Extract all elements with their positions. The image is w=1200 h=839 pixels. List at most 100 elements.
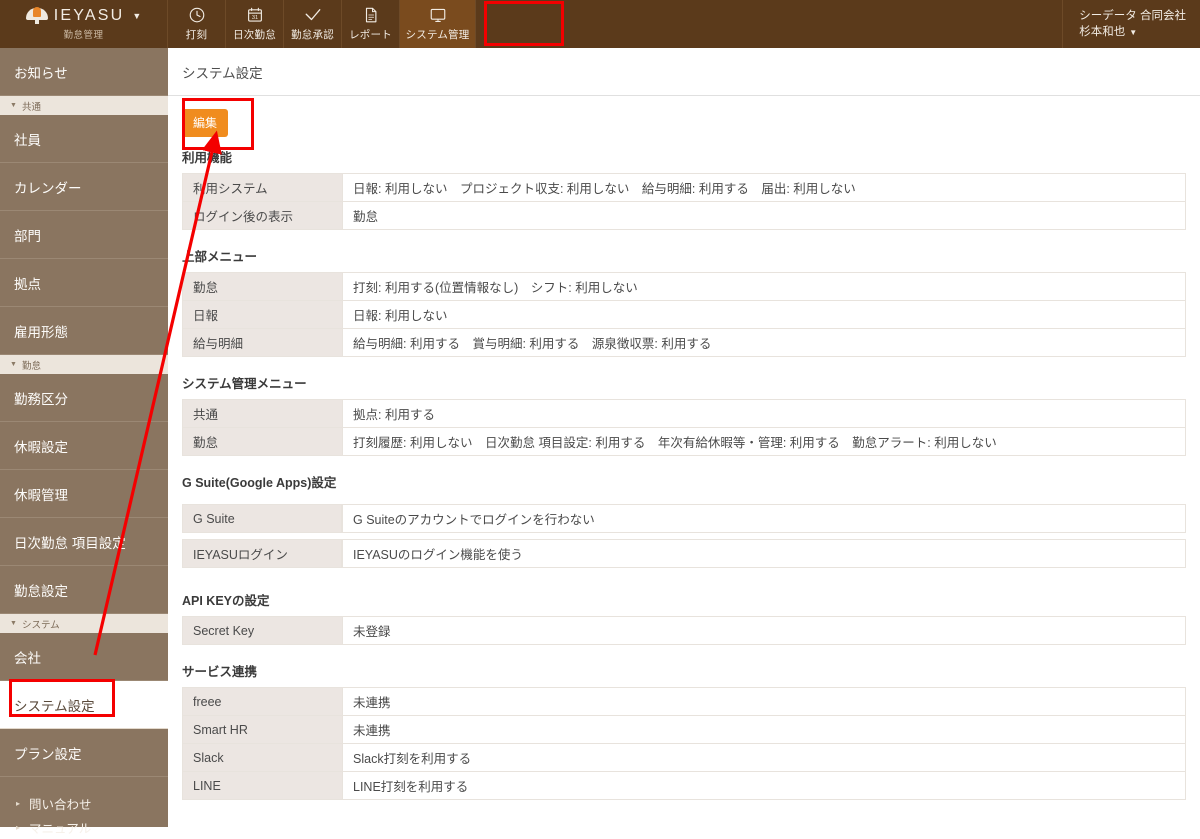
sidebar-link-1[interactable]: ▸ マニュアル — [0, 815, 168, 839]
header-spacer — [476, 0, 1062, 48]
row-value: 日報: 利用しない プロジェクト収支: 利用しない 給与明細: 利用する 届出:… — [343, 174, 1186, 202]
brand-name: IEYASU — [54, 7, 125, 25]
section-table-4: Secret Key未登録 — [182, 616, 1186, 645]
account-user-row: 杉本和也 ▼ — [1079, 24, 1186, 41]
nav-item-dakoku[interactable]: 打刻 — [168, 0, 226, 48]
row-value: LINE打刻を利用する — [343, 772, 1186, 800]
sidebar-item-6[interactable]: 雇用形態 — [0, 307, 168, 355]
sidebar-link-0[interactable]: ▸問い合わせ — [0, 791, 168, 815]
svg-text:31: 31 — [251, 15, 257, 21]
table-row: G SuiteG Suiteのアカウントでログインを行わない — [182, 504, 1186, 533]
account-user-name: 杉本和也 — [1079, 26, 1125, 38]
nav-item-label: システム管理 — [406, 27, 470, 42]
table-row: 利用システム日報: 利用しない プロジェクト収支: 利用しない 給与明細: 利用… — [183, 174, 1186, 202]
nav-item-label: レポート — [349, 27, 392, 42]
sidebar-group-13[interactable]: ▼システム — [0, 614, 168, 633]
sidebar-item-11[interactable]: 日次勤怠 項目設定 — [0, 518, 168, 566]
section-title-0: 利用機能 — [168, 137, 1200, 173]
sidebar-item-label: 日次勤怠 項目設定 — [14, 532, 126, 552]
sidebar-group-label: 共通 — [22, 99, 41, 113]
section-title-3: G Suite(Google Apps)設定 — [168, 456, 1200, 498]
nav-item-daily-attendance[interactable]: 31 日次勤怠 — [226, 0, 284, 48]
nav-item-label: 勤怠承認 — [291, 27, 334, 42]
row-key: IEYASUログイン — [182, 539, 342, 568]
triangle-right-icon: ▸ — [16, 823, 20, 832]
row-key: 共通 — [183, 400, 343, 428]
sidebar-item-5[interactable]: 拠点 — [0, 259, 168, 307]
row-key: 勤怠 — [183, 273, 343, 301]
sidebar-item-15[interactable]: システム設定 — [0, 681, 168, 729]
table-row: SlackSlack打刻を利用する — [183, 744, 1186, 772]
sidebar-group-label: 勤怠 — [22, 358, 41, 372]
nav-item-system-admin[interactable]: システム管理 — [400, 0, 476, 48]
section-title-1: 上部メニュー — [168, 230, 1200, 272]
table-row: ログイン後の表示勤怠 — [183, 202, 1186, 230]
sidebar-group-1[interactable]: ▼ 共通 — [0, 96, 168, 115]
row-key: 利用システム — [183, 174, 343, 202]
nav-item-label: 日次勤怠 — [233, 27, 276, 42]
sidebar-item-16[interactable]: プラン設定 — [0, 729, 168, 777]
row-value: IEYASUのログイン機能を使う — [342, 539, 1186, 568]
sidebar-item-4[interactable]: 部門 — [0, 211, 168, 259]
nav-item-attendance-approval[interactable]: 勤怠承認 — [284, 0, 342, 48]
row-key: ログイン後の表示 — [183, 202, 343, 230]
sidebar-item-label: システム設定 — [14, 695, 95, 715]
check-icon — [304, 6, 322, 24]
document-icon — [362, 6, 380, 24]
edit-toolbar: 編集 — [168, 96, 1200, 137]
sidebar-item-10[interactable]: 休暇管理 — [0, 470, 168, 518]
sidebar-item-label: 休暇設定 — [14, 436, 68, 456]
section-title-2: システム管理メニュー — [168, 357, 1200, 399]
sidebar-item-label: 休暇管理 — [14, 484, 68, 504]
table-row: 給与明細給与明細: 利用する 賞与明細: 利用する 源泉徴収票: 利用する — [183, 329, 1186, 357]
table-row: 勤怠打刻: 利用する(位置情報なし) シフト: 利用しない — [183, 273, 1186, 301]
section-table-2: 共通拠点: 利用する勤怠打刻履歴: 利用しない 日次勤怠 項目設定: 利用する … — [182, 399, 1186, 456]
sidebar-item-label: 雇用形態 — [14, 321, 68, 341]
edit-button[interactable]: 編集 — [182, 109, 228, 137]
row-key: freee — [183, 688, 343, 716]
triangle-down-icon: ▼ — [10, 361, 17, 368]
row-value: 未連携 — [343, 688, 1186, 716]
row-value: Slack打刻を利用する — [343, 744, 1186, 772]
row-value: 拠点: 利用する — [343, 400, 1186, 428]
table-row: Smart HR未連携 — [183, 716, 1186, 744]
row-key: Slack — [183, 744, 343, 772]
account-menu[interactable]: シーデータ 合同会社 杉本和也 ▼ — [1062, 0, 1200, 48]
row-value: 勤怠 — [343, 202, 1186, 230]
sidebar-group-7[interactable]: ▼ 勤怠 — [0, 355, 168, 374]
triangle-down-icon: ▼ — [10, 620, 17, 627]
row-key: LINE — [183, 772, 343, 800]
clock-icon — [188, 6, 206, 24]
calendar-31-icon: 31 — [246, 6, 264, 24]
sidebar-item-12[interactable]: 勤怠設定 — [0, 566, 168, 614]
sidebar-link-label: マニュアル — [29, 818, 91, 837]
section-table-5: freee未連携Smart HR未連携SlackSlack打刻を利用するLINE… — [182, 687, 1186, 800]
row-key: Smart HR — [183, 716, 343, 744]
row-key: 勤怠 — [183, 428, 343, 456]
account-company: シーデータ 合同会社 — [1079, 8, 1186, 24]
sidebar-item-8[interactable]: 勤務区分 — [0, 374, 168, 422]
table-row: 勤怠打刻履歴: 利用しない 日次勤怠 項目設定: 利用する 年次有給休暇等・管理… — [183, 428, 1186, 456]
sidebar-item-2[interactable]: 社員 — [0, 115, 168, 163]
sidebar-item-9[interactable]: 休暇設定 — [0, 422, 168, 470]
brand-row: IEYASU ▼ — [26, 7, 142, 25]
sidebar-item-14[interactable]: 会社 — [0, 633, 168, 681]
nav-item-report[interactable]: レポート — [342, 0, 400, 48]
sidebar-item-0[interactable]: お知らせ — [0, 48, 168, 96]
sidebar: お知らせ ▼ 共通社員カレンダー部門拠点雇用形態 ▼ 勤怠勤務区分休暇設定休暇管理日次勤… — [0, 48, 168, 827]
row-value: 給与明細: 利用する 賞与明細: 利用する 源泉徴収票: 利用する — [343, 329, 1186, 357]
triangle-down-icon: ▼ — [10, 102, 17, 109]
section-title-5: サービス連携 — [168, 645, 1200, 687]
sidebar-item-list: お知らせ ▼ 共通社員カレンダー部門拠点雇用形態 ▼ 勤怠勤務区分休暇設定休暇管理日次勤… — [0, 48, 168, 777]
brand-subtitle: 勤怠管理 — [63, 27, 103, 41]
chevron-down-icon[interactable]: ▼ — [1129, 28, 1137, 37]
row-value: 未登録 — [343, 617, 1186, 645]
sidebar-item-3[interactable]: カレンダー — [0, 163, 168, 211]
row-key: 日報 — [183, 301, 343, 329]
sidebar-item-label: 拠点 — [14, 273, 41, 293]
sidebar-item-label: 勤怠設定 — [14, 580, 68, 600]
sidebar-item-label: プラン設定 — [14, 743, 82, 763]
sidebar-item-label: 部門 — [14, 225, 41, 245]
chevron-down-icon[interactable]: ▼ — [132, 11, 141, 21]
brand-logo-button[interactable]: IEYASU ▼ 勤怠管理 — [0, 0, 168, 48]
